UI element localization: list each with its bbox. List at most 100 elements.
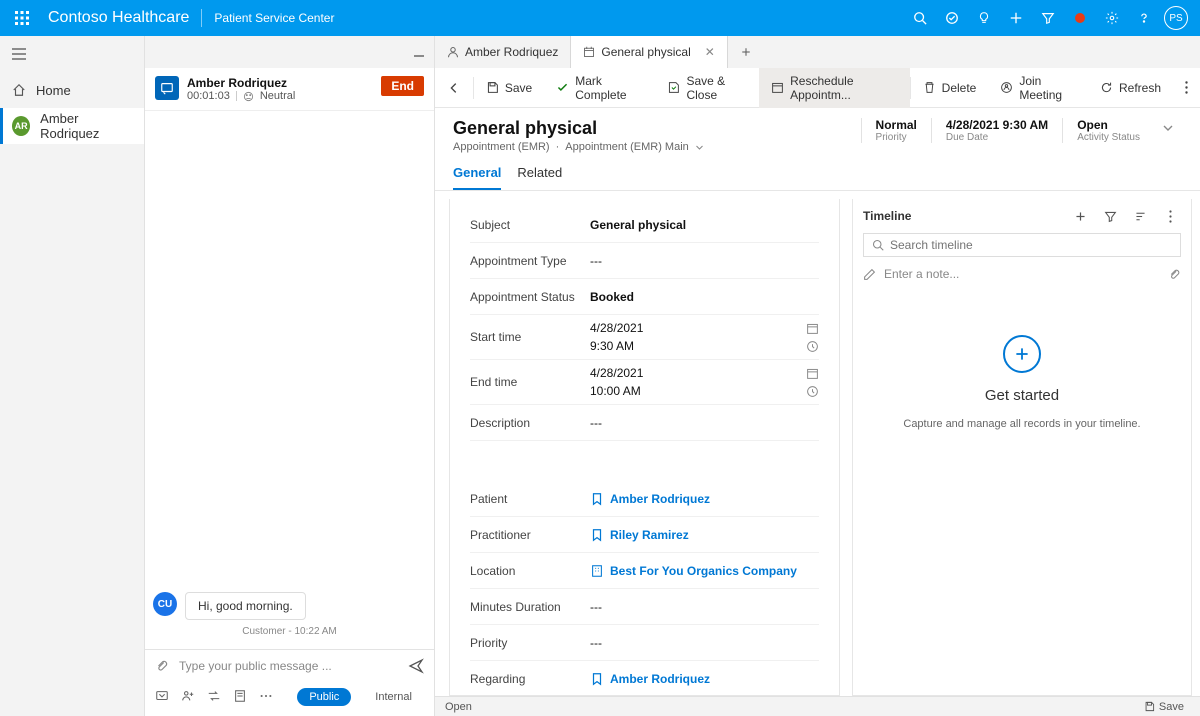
reschedule-icon [771, 81, 784, 94]
hamburger-icon[interactable] [0, 36, 144, 72]
settings-icon[interactable] [1096, 0, 1128, 36]
tab-bar: Amber Rodriquez General physical ✕ [435, 36, 1200, 68]
val-appt-status[interactable]: Booked [590, 284, 819, 310]
consult-icon[interactable] [181, 689, 195, 705]
presence-indicator[interactable] [1064, 0, 1096, 36]
tab-related[interactable]: Related [517, 157, 562, 190]
tab-appointment[interactable]: General physical ✕ [571, 36, 727, 68]
more-icon[interactable] [259, 689, 273, 705]
chat-input[interactable] [179, 659, 398, 673]
save-close-button[interactable]: Save & Close [655, 68, 759, 108]
val-dur[interactable]: --- [590, 594, 819, 620]
session-avatar: AR [12, 116, 30, 136]
val-patient[interactable]: Amber Rodriquez [590, 486, 819, 512]
lbl-reg: Regarding [470, 672, 590, 686]
user-initials: PS [1164, 6, 1188, 30]
end-button[interactable]: End [381, 76, 424, 96]
stat-status-label: Activity Status [1077, 132, 1140, 143]
calendar-icon[interactable] [806, 322, 819, 335]
timeline-search-input[interactable] [890, 238, 1172, 252]
clock-icon[interactable] [806, 385, 819, 398]
val-end-time[interactable]: 10:00 AM [590, 384, 806, 398]
timeline-sort-icon[interactable] [1129, 205, 1151, 227]
val-start-date[interactable]: 4/28/2021 [590, 321, 806, 335]
public-toggle[interactable]: Public [297, 688, 351, 706]
lbl-patient: Patient [470, 492, 590, 506]
stat-priority-label: Priority [876, 132, 917, 143]
join-meeting-button[interactable]: Join Meeting [988, 68, 1088, 108]
chat-contact-card: Amber Rodriquez 00:01:03 Neutral End [145, 68, 434, 111]
val-desc[interactable]: --- [590, 410, 819, 436]
lbl-loc: Location [470, 564, 590, 578]
save-button[interactable]: Save [474, 68, 544, 108]
record-entity: Appointment (EMR) [453, 141, 550, 153]
stat-priority-value: Normal [876, 118, 917, 132]
attach-icon[interactable] [155, 659, 169, 673]
nav-active-session[interactable]: AR Amber Rodriquez [0, 108, 144, 144]
mark-complete-button[interactable]: Mark Complete [544, 68, 655, 108]
back-button[interactable] [435, 68, 473, 108]
lbl-start: Start time [470, 330, 590, 344]
tab-general[interactable]: General [453, 157, 501, 190]
save-close-icon [667, 81, 680, 94]
record-form: Appointment (EMR) Main [565, 141, 689, 153]
lightbulb-icon[interactable] [968, 0, 1000, 36]
val-appt-type[interactable]: --- [590, 248, 819, 274]
save-icon [486, 81, 499, 94]
timeline-more-icon[interactable] [1159, 205, 1181, 227]
statusbar-save-button[interactable]: Save [1138, 701, 1190, 713]
val-reg[interactable]: Amber Rodriquez [590, 666, 819, 692]
transfer-icon[interactable] [207, 689, 221, 705]
help-icon[interactable] [1128, 0, 1160, 36]
minimize-icon[interactable] [412, 45, 426, 59]
val-start-time[interactable]: 9:30 AM [590, 339, 806, 353]
pencil-icon [863, 268, 876, 281]
chat-transcript: CU Hi, good morning. Customer - 10:22 AM [145, 111, 434, 649]
chat-panel: Amber Rodriquez 00:01:03 Neutral End CU … [145, 36, 435, 716]
overflow-button[interactable] [1173, 68, 1200, 108]
person-icon [447, 46, 459, 58]
clock-icon[interactable] [806, 340, 819, 353]
timeline-search[interactable] [863, 233, 1181, 257]
calendar-icon [583, 46, 595, 58]
nav-home-label: Home [36, 83, 71, 98]
main-area: Amber Rodriquez General physical ✕ Save … [435, 36, 1200, 716]
chevron-down-icon[interactable] [695, 143, 704, 152]
new-tab-button[interactable] [728, 36, 764, 68]
calendar-icon[interactable] [806, 367, 819, 380]
close-icon[interactable]: ✕ [705, 45, 715, 59]
reschedule-button[interactable]: Reschedule Appointm... [759, 68, 910, 108]
val-subject[interactable]: General physical [590, 212, 819, 238]
expand-header-icon[interactable] [1154, 118, 1182, 138]
get-started-button[interactable] [1003, 335, 1041, 373]
tab-patient[interactable]: Amber Rodriquez [435, 36, 571, 68]
trash-icon [923, 81, 936, 94]
val-prio[interactable]: --- [590, 630, 819, 656]
nav-home[interactable]: Home [0, 72, 144, 108]
task-icon[interactable] [936, 0, 968, 36]
delete-button[interactable]: Delete [911, 68, 989, 108]
filter-icon[interactable] [1032, 0, 1064, 36]
add-icon[interactable] [1000, 0, 1032, 36]
val-pract[interactable]: Riley Ramirez [590, 522, 819, 548]
lbl-appt-type: Appointment Type [470, 254, 590, 268]
attach-icon[interactable] [1168, 268, 1181, 281]
chat-timer: 00:01:03 [187, 90, 230, 102]
empty-title: Get started [985, 387, 1059, 404]
user-avatar[interactable]: PS [1160, 0, 1192, 36]
send-icon[interactable] [408, 658, 424, 674]
save-icon [1144, 701, 1155, 712]
val-loc[interactable]: Best For You Organics Company [590, 558, 819, 584]
internal-toggle[interactable]: Internal [363, 688, 424, 706]
lbl-pract: Practitioner [470, 528, 590, 542]
timeline-note[interactable]: Enter a note... [863, 263, 1181, 285]
timeline-filter-icon[interactable] [1099, 205, 1121, 227]
refresh-button[interactable]: Refresh [1088, 68, 1173, 108]
search-icon[interactable] [904, 0, 936, 36]
join-label: Join Meeting [1019, 74, 1076, 102]
app-launcher-icon[interactable] [8, 0, 36, 36]
timeline-add-icon[interactable] [1069, 205, 1091, 227]
notes-icon[interactable] [233, 689, 247, 705]
quick-reply-icon[interactable] [155, 689, 169, 705]
val-end-date[interactable]: 4/28/2021 [590, 366, 806, 380]
